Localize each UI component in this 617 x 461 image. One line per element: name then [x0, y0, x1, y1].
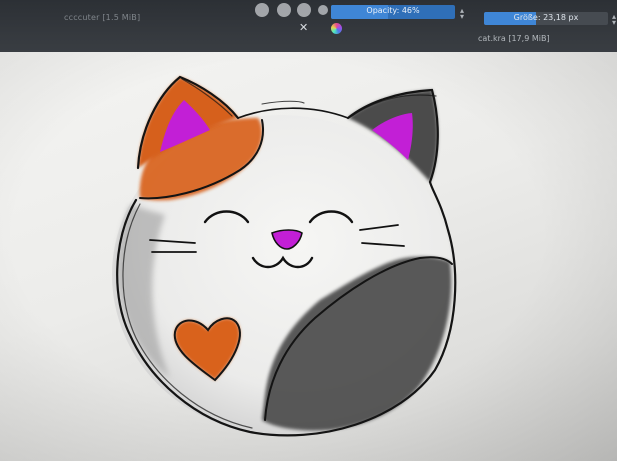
cat-drawing	[112, 75, 457, 437]
